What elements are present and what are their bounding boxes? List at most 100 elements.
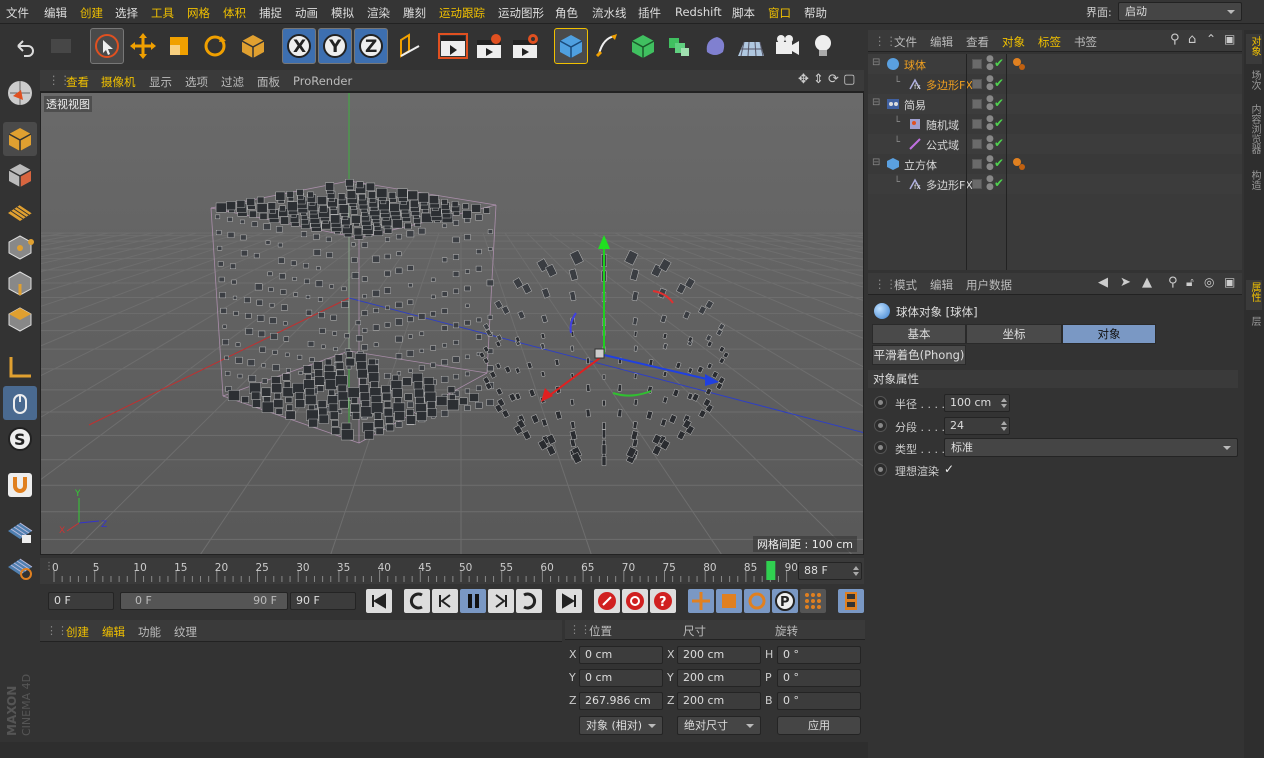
radius-field[interactable]: 100 cm bbox=[944, 394, 1010, 412]
menu-redshift[interactable]: Redshift bbox=[675, 5, 722, 19]
menu-mograph[interactable]: 运动图形 bbox=[498, 5, 544, 21]
pos-field[interactable]: 267.986 cm bbox=[579, 692, 663, 710]
side-tab-structure[interactable]: 构造 bbox=[1246, 168, 1262, 198]
am-maximize-icon[interactable]: ▣ bbox=[1224, 275, 1235, 289]
rotate-icon[interactable] bbox=[198, 28, 232, 64]
enabled-check-icon[interactable]: ✔ bbox=[994, 56, 1004, 70]
timeline[interactable]: ⋮ 0 5 10 15 20 25 30 35 40 45 50 55 60 65 70 75 80 85 90 8… bbox=[40, 558, 864, 584]
render-settings-icon[interactable] bbox=[508, 28, 542, 64]
render-picture-viewer-icon[interactable] bbox=[472, 28, 506, 64]
object-name[interactable]: 随机域 bbox=[926, 117, 959, 133]
segments-animate-icon[interactable] bbox=[874, 419, 887, 432]
polygons-mode-icon[interactable] bbox=[3, 302, 37, 336]
object-name[interactable]: 简易 bbox=[904, 97, 926, 113]
menu-simulate[interactable]: 模拟 bbox=[331, 5, 354, 21]
side-tab-content-browser[interactable]: 内容浏览器 bbox=[1246, 102, 1262, 164]
visibility-dots-icon[interactable]: ● ● bbox=[986, 95, 994, 112]
tab-phong[interactable]: 平滑着色(Phong) bbox=[872, 345, 966, 365]
render-view-icon[interactable] bbox=[436, 28, 470, 64]
floor-icon[interactable] bbox=[734, 28, 768, 64]
am-cursor-icon[interactable]: ➤ bbox=[1120, 275, 1131, 290]
menu-motion-tracking[interactable]: 运动跟踪 bbox=[439, 5, 485, 21]
side-tab-layers[interactable]: 层 bbox=[1246, 314, 1262, 334]
points-mode-icon[interactable] bbox=[3, 230, 37, 264]
apply-button[interactable]: 应用 bbox=[777, 716, 861, 735]
side-tab-objects[interactable]: 对象 bbox=[1246, 34, 1262, 64]
lock-workplane-icon[interactable] bbox=[3, 514, 37, 548]
expand-icon[interactable]: ⊟ bbox=[872, 57, 880, 68]
object-row[interactable]: ⊟ 立方体 ● ● ✔ bbox=[868, 154, 1242, 174]
start-frame-field[interactable]: 0 F bbox=[48, 592, 114, 610]
prev-key-icon[interactable] bbox=[404, 589, 430, 613]
timeline-window-icon[interactable] bbox=[838, 589, 864, 613]
viewport-perspective[interactable]: Y X Z 透视视图 网格间距 : 100 cm bbox=[40, 92, 864, 555]
om-up-icon[interactable]: ⌃ bbox=[1206, 32, 1216, 46]
side-tab-takes[interactable]: 场次 bbox=[1246, 68, 1262, 98]
goto-end-icon[interactable] bbox=[556, 589, 582, 613]
enabled-check-icon[interactable]: ✔ bbox=[994, 116, 1004, 130]
viewport-menu-view[interactable]: 查看 bbox=[66, 74, 89, 90]
layer-checkbox-icon[interactable] bbox=[972, 79, 982, 89]
subdivision-icon[interactable] bbox=[626, 28, 660, 64]
layer-checkbox-icon[interactable] bbox=[972, 159, 982, 169]
enabled-check-icon[interactable]: ✔ bbox=[994, 76, 1004, 90]
menu-character[interactable]: 角色 bbox=[555, 5, 578, 21]
viewport-menu-camera[interactable]: 摄像机 bbox=[101, 74, 136, 90]
viewport-menu-filter[interactable]: 过滤 bbox=[221, 74, 244, 90]
material-tag-icon[interactable] bbox=[1012, 157, 1026, 171]
x-axis-icon[interactable]: X bbox=[282, 28, 316, 64]
current-frame-field[interactable]: 88 F bbox=[798, 562, 862, 580]
pos-field[interactable]: 0 cm bbox=[579, 669, 663, 687]
recent-tools-icon[interactable] bbox=[236, 28, 270, 64]
size-field[interactable]: 200 cm bbox=[677, 646, 761, 664]
om-search-icon[interactable]: ⚲ bbox=[1170, 32, 1180, 47]
om-menu-objects[interactable]: 对象 bbox=[1002, 34, 1025, 50]
menu-animate[interactable]: 动画 bbox=[295, 5, 318, 21]
redo-icon[interactable] bbox=[44, 28, 78, 64]
menu-script[interactable]: 脚本 bbox=[732, 5, 755, 21]
layer-checkbox-icon[interactable] bbox=[972, 59, 982, 69]
y-axis-icon[interactable]: Y bbox=[318, 28, 352, 64]
menu-snap[interactable]: 捕捉 bbox=[259, 5, 282, 21]
am-menu-mode[interactable]: 模式 bbox=[894, 277, 917, 293]
type-animate-icon[interactable] bbox=[874, 441, 887, 454]
workplane-mode-icon[interactable] bbox=[3, 194, 37, 228]
material-menu-function[interactable]: 功能 bbox=[138, 624, 161, 640]
tab-basic[interactable]: 基本 bbox=[872, 324, 966, 344]
expand-icon[interactable]: ⊟ bbox=[872, 97, 880, 108]
layer-checkbox-icon[interactable] bbox=[972, 119, 982, 129]
make-editable-icon[interactable] bbox=[3, 76, 37, 110]
scale-icon[interactable] bbox=[162, 28, 196, 64]
expand-icon[interactable]: └ bbox=[894, 137, 900, 148]
playhead[interactable] bbox=[766, 561, 776, 580]
coordinate-system-icon[interactable] bbox=[392, 28, 426, 64]
menu-tools[interactable]: 工具 bbox=[151, 5, 174, 21]
object-row[interactable]: └ fx 多边形FX ● ● ✔ bbox=[868, 74, 1242, 94]
tweak-mode-icon[interactable] bbox=[3, 386, 37, 420]
layer-checkbox-icon[interactable] bbox=[972, 179, 982, 189]
size-field[interactable]: 200 cm bbox=[677, 692, 761, 710]
om-menu-bookmarks[interactable]: 书签 bbox=[1074, 34, 1097, 50]
menu-edit[interactable]: 编辑 bbox=[44, 5, 67, 21]
rot-field[interactable]: 0 ° bbox=[777, 646, 861, 664]
om-menu-tags[interactable]: 标签 bbox=[1038, 34, 1061, 50]
menu-create[interactable]: 创建 bbox=[80, 5, 103, 21]
autokey-icon[interactable] bbox=[622, 589, 648, 613]
keyframe-selection-icon[interactable]: ? bbox=[650, 589, 676, 613]
model-mode-icon[interactable] bbox=[3, 122, 37, 156]
rot-field[interactable]: 0 ° bbox=[777, 692, 861, 710]
edges-mode-icon[interactable] bbox=[3, 266, 37, 300]
texture-mode-icon[interactable] bbox=[3, 158, 37, 192]
object-name[interactable]: 立方体 bbox=[904, 157, 937, 173]
material-menu-texture[interactable]: 纹理 bbox=[174, 624, 197, 640]
material-menu-create[interactable]: 创建 bbox=[66, 624, 89, 640]
segments-field[interactable]: 24 bbox=[944, 417, 1010, 435]
om-menu-edit[interactable]: 编辑 bbox=[930, 34, 953, 50]
am-target-icon[interactable]: ◎ bbox=[1204, 275, 1214, 289]
menu-select[interactable]: 选择 bbox=[115, 5, 138, 21]
viewport-menu-options[interactable]: 选项 bbox=[185, 74, 208, 90]
key-position-icon[interactable] bbox=[688, 589, 714, 613]
size-field[interactable]: 200 cm bbox=[677, 669, 761, 687]
light-icon[interactable] bbox=[806, 28, 840, 64]
menu-file[interactable]: 文件 bbox=[6, 5, 29, 21]
